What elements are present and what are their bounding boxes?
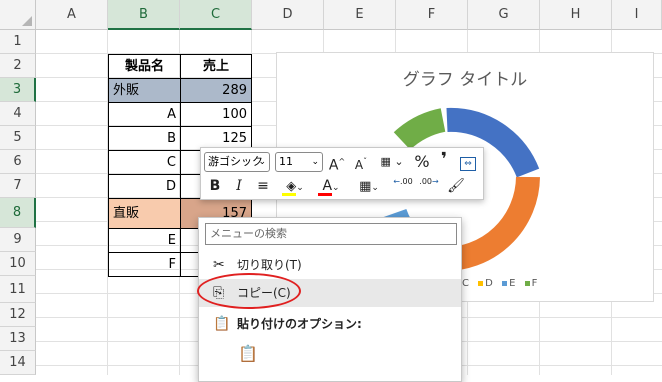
font-size-value: 11 — [279, 155, 293, 168]
cell-c3[interactable]: 289 — [180, 78, 252, 103]
cell-b10[interactable]: F — [108, 252, 181, 277]
fill-color-button[interactable]: ◈⌄ — [279, 175, 311, 197]
legend-e: E — [502, 278, 515, 289]
mini-toolbar: 游ゴシック ⌄ 11 ⌄ A^ Aˇ ▦ ⌄ % ❜ ⇔ B I ≡ ◈⌄ A⌄… — [200, 147, 484, 200]
column-header-h[interactable]: H — [540, 0, 612, 30]
align-center-icon: ≡ — [257, 178, 269, 194]
cell-b3[interactable]: 外販 — [108, 78, 181, 103]
paste-text-only-button[interactable]: 📋 — [237, 342, 259, 366]
row-header-3[interactable]: 3 — [0, 78, 36, 102]
row-header-10[interactable]: 10 — [0, 252, 36, 276]
merge-center-button[interactable]: ⇔ — [457, 151, 479, 173]
column-header-e[interactable]: E — [324, 0, 396, 30]
borders-icon: ▦ — [359, 179, 372, 194]
row-header-5[interactable]: 5 — [0, 126, 36, 150]
legend-f: F — [524, 278, 537, 289]
shrink-font-button[interactable]: Aˇ — [351, 151, 371, 173]
merge-center-icon: ⇔ — [460, 157, 476, 171]
menu-item-paste-options-label: 貼り付けのオプション: — [237, 317, 362, 331]
row-header-13[interactable]: 13 — [0, 327, 36, 351]
column-header-c[interactable]: C — [180, 0, 252, 30]
font-name-combo[interactable]: 游ゴシック ⌄ — [204, 152, 270, 172]
column-header-g[interactable]: G — [468, 0, 540, 30]
cell-b7[interactable]: D — [108, 174, 181, 199]
decimal-decrease-icon: → — [432, 177, 439, 186]
bold-button[interactable]: B — [205, 175, 225, 197]
menu-search-input[interactable]: メニューの検索 — [205, 223, 457, 245]
row-header-4[interactable]: 4 — [0, 102, 36, 126]
row-header-8[interactable]: 8 — [0, 198, 36, 228]
legend-d: D — [478, 278, 493, 289]
menu-item-paste-options: 📋 貼り付けのオプション: — [199, 310, 461, 338]
font-color-letter: A — [322, 178, 333, 194]
font-name-value: 游ゴシック — [208, 155, 263, 168]
font-color-swatch — [318, 193, 332, 196]
paste-options-icon: 📋 — [213, 316, 231, 332]
row-header-1[interactable]: 1 — [0, 30, 36, 54]
row-header-9[interactable]: 9 — [0, 228, 36, 252]
row-header-12[interactable]: 12 — [0, 303, 36, 327]
font-color-button[interactable]: A⌄ — [315, 175, 347, 197]
segment-green — [393, 108, 446, 151]
row-header-2[interactable]: 2 — [0, 54, 36, 78]
paint-bucket-icon: ◈ — [286, 179, 297, 194]
column-header-i[interactable]: I — [612, 0, 662, 30]
cell-b6[interactable]: C — [108, 150, 181, 175]
italic-button[interactable]: I — [229, 175, 249, 197]
row-header-14[interactable]: 14 — [0, 351, 36, 375]
format-painter-button[interactable]: 🖌 — [445, 175, 467, 197]
column-header-b[interactable]: B — [108, 0, 180, 30]
fill-color-swatch — [282, 193, 296, 196]
column-header-d[interactable]: D — [252, 0, 324, 30]
chevron-down-icon: ⌄ — [258, 157, 266, 167]
decimal-increase-icon: ← — [393, 177, 400, 186]
percent-style-button[interactable]: % — [411, 151, 433, 173]
row-header-6[interactable]: 6 — [0, 150, 36, 174]
font-size-combo[interactable]: 11 ⌄ — [275, 152, 323, 172]
select-all-corner[interactable] — [0, 0, 36, 30]
cell-b4[interactable]: A — [108, 102, 181, 127]
paintbrush-icon: 🖌 — [447, 178, 465, 194]
paste-text-icon: 📋 — [238, 344, 258, 363]
column-header-a[interactable]: A — [36, 0, 108, 30]
cell-b9[interactable]: E — [108, 228, 181, 253]
header-sales[interactable]: 売上 — [180, 54, 252, 79]
header-product-name[interactable]: 製品名 — [108, 54, 181, 79]
number-format-icon: ▦ ⌄ — [380, 155, 404, 168]
cell-c4[interactable]: 100 — [180, 102, 252, 127]
grow-font-button[interactable]: A^ — [327, 151, 347, 174]
decimal-decrease-button[interactable]: .00→ — [417, 175, 441, 197]
highlight-circle — [197, 273, 301, 309]
align-center-button[interactable]: ≡ — [253, 175, 273, 197]
row-header-7[interactable]: 7 — [0, 174, 36, 198]
borders-button[interactable]: ▦⌄ — [353, 175, 385, 197]
decimal-increase-button[interactable]: ←.00 — [391, 175, 415, 197]
column-header-f[interactable]: F — [396, 0, 468, 30]
comma-style-button[interactable]: ❜ — [435, 149, 453, 171]
cell-b8[interactable]: 直販 — [108, 198, 181, 229]
row-header-11[interactable]: 11 — [0, 276, 36, 303]
chevron-down-icon: ⌄ — [311, 157, 319, 167]
number-format-button[interactable]: ▦ ⌄ — [375, 151, 409, 173]
cell-b5[interactable]: B — [108, 126, 181, 151]
chart-legend[interactable]: C D E F — [455, 278, 537, 289]
